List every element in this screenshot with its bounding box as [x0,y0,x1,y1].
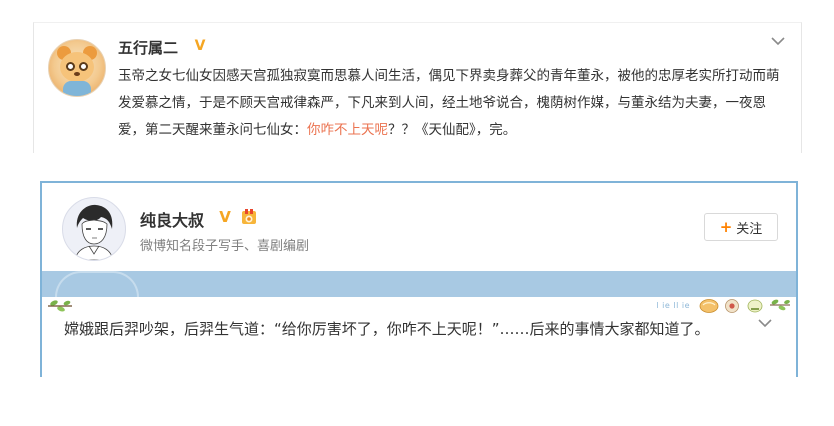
screenshot-stage: 五行属二 V 玉帝之女七仙女因感天宫孤独寂寞而思慕人间生活，偶见下界卖身葬父的青… [0,0,834,426]
rice-ball-icon [747,299,763,313]
user-bio: 微博知名段子写手、喜剧编剧 [140,239,310,254]
post-text: 嫦娥跟后羿吵架，后羿生气道：“给你厉害坏了，你咋不上天呢！”……后来的事情大家都… [64,320,710,338]
post-tail: ？？《天仙配》，完。 [388,122,517,138]
verified-v-icon: V [194,38,206,54]
leaf-branch-icon [46,297,74,316]
medal-icon [240,208,258,226]
weibo-post-card: l ie ll ie 嫦娥跟后羿吵架，后羿生气道：“给你厉害坏了，你咋不上天呢！… [40,297,798,377]
username[interactable]: 五行属二 [118,37,178,58]
tiger-nose [74,72,80,76]
mooncake-icon [725,299,739,313]
leaf-branch-icon [770,299,790,311]
chevron-down-icon[interactable] [771,37,785,47]
decoration-text: l ie ll ie [656,300,690,310]
tiger-body [63,81,91,96]
avatar[interactable] [48,39,106,97]
user-profile-card: 纯良大叔 V 微博知名段子写手、喜剧编剧 + 关注 [40,181,798,273]
cover-arc-decoration [55,271,139,297]
username[interactable]: 纯良大叔 [140,207,204,231]
avatar[interactable] [62,197,126,261]
tiger-eye [79,62,88,71]
tiger-eye [66,62,75,71]
card-decoration: l ie ll ie [656,297,792,313]
post-highlight-link[interactable]: 你咋不上天呢 [307,122,388,138]
plus-icon: + [719,217,733,236]
follow-button[interactable]: + 关注 [704,213,778,241]
follow-label: 关注 [736,221,763,237]
profile-cover-band [40,271,798,297]
bun-icon [699,299,719,313]
post-text: 玉帝之女七仙女因感天宫孤独寂寞而思慕人间生活，偶见下界卖身葬父的青年董永，被他的… [118,63,792,144]
verified-v-icon: V [219,208,231,226]
weibo-post-card: 五行属二 V 玉帝之女七仙女因感天宫孤独寂寞而思慕人间生活，偶见下界卖身葬父的青… [33,22,802,153]
